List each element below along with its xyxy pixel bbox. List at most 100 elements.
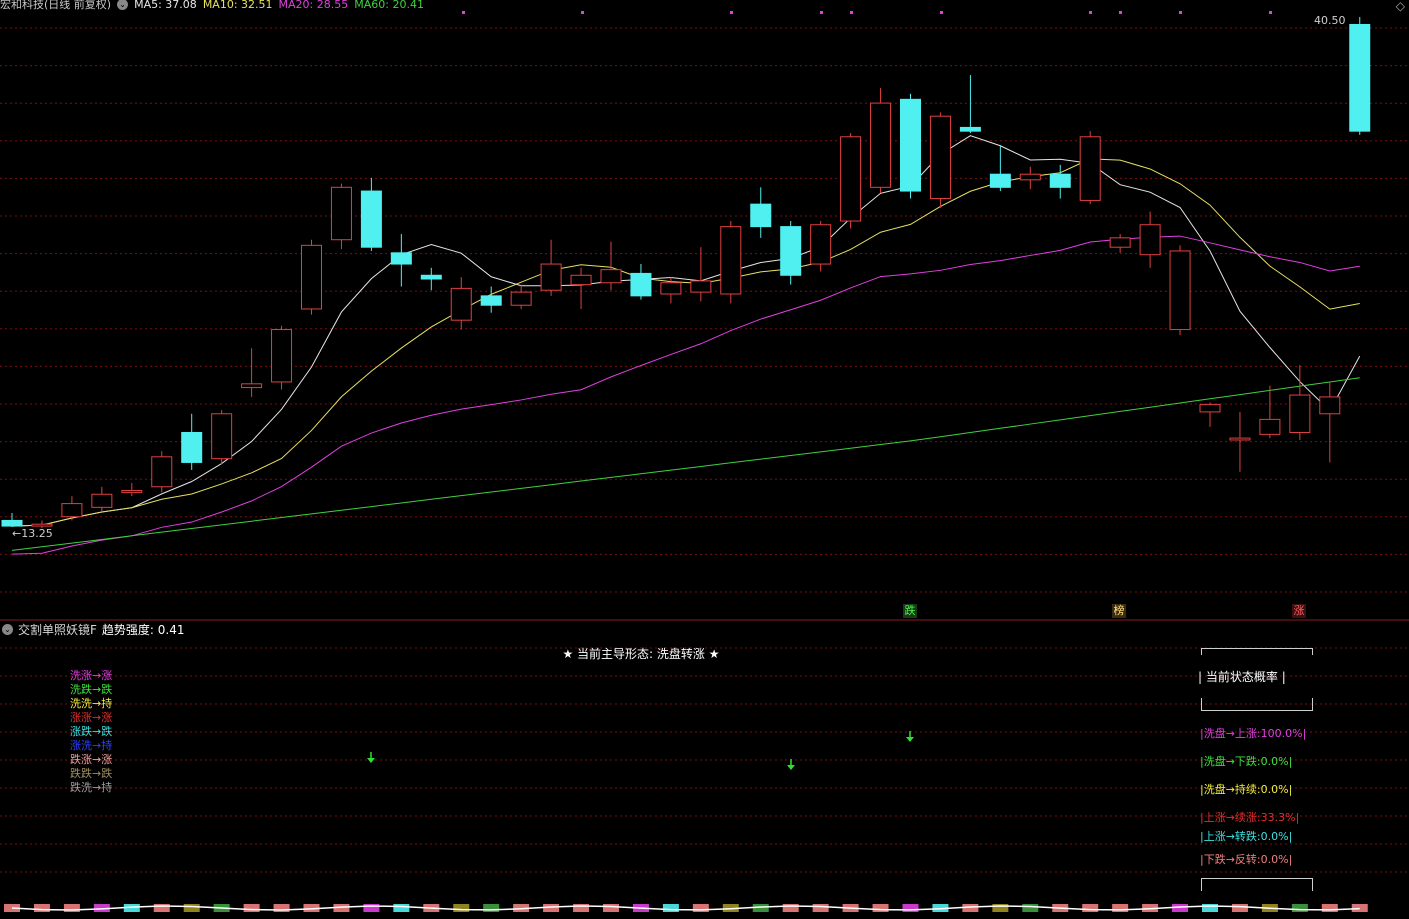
state-bar [63,904,80,912]
top-marker [1119,11,1122,14]
indicator-name[interactable]: 交割单照妖镜F [18,621,97,638]
candle-body [570,274,592,286]
state-bar [243,904,260,912]
candle-body [450,287,472,321]
candle-body [1169,250,1191,331]
top-marker [462,11,465,14]
prob-item: |洗盘→持续:0.0%| [1200,783,1293,796]
legend-item: 跌洗→持 [70,781,113,794]
prob-item-text: 洗盘→上涨:100.0% [1203,727,1303,740]
top-marker [940,11,943,14]
state-bar [183,904,200,912]
candle-body [1019,173,1041,181]
signal-rise: 涨 [1292,604,1306,618]
candle-body [750,203,772,228]
state-bar [1321,904,1338,912]
ma60-value: MA60: 20.41 [354,0,424,11]
prob-item: |洗盘→上涨:100.0%| [1200,727,1307,740]
top-marker [820,11,823,14]
candle-body [1319,396,1341,415]
prob-item-text: 下跌→反转:0.0% [1203,853,1289,866]
candle-body [1259,418,1281,435]
ma5-line [11,135,1361,527]
candle-body [959,126,981,132]
candle-body [630,272,652,297]
low-price-value: 13.25 [21,527,53,540]
top-marker [730,11,733,14]
state-bar [573,904,590,912]
candle-body [1109,237,1131,248]
chevron-down-icon[interactable]: ⌄ [2,624,13,635]
legend-item: 洗洗→持 [70,697,113,710]
main-kline-chart[interactable] [0,0,1409,919]
state-bar [603,904,619,912]
state-bar [453,904,470,912]
state-bar [1202,904,1218,912]
high-price-label: 40.50 [1314,14,1346,27]
state-bar [872,904,889,912]
diamond-icon[interactable]: ◇ [1396,0,1405,13]
candle-body [900,98,921,192]
candle-body [810,224,832,265]
candle-body [1349,23,1371,132]
signal-rise-label: 涨 [1293,604,1305,617]
top-marker [850,11,853,14]
chevron-down-icon[interactable]: ⌄ [117,0,129,10]
indicator-header: ⌄ 交割单照妖镜F 趋势强度: 0.41 [2,621,184,638]
candle-body [1,519,23,527]
candle-body [720,226,742,295]
candle-body [480,295,502,306]
candle-body [510,291,532,306]
signal-fall: 跌 [903,604,917,618]
candle-body [600,269,622,284]
candle-body [390,252,412,265]
candle-body [330,186,352,241]
probability-title-text: 当前状态概率 [1205,670,1278,684]
state-bar [1291,904,1308,912]
state-bar [393,904,410,912]
candle-body [1199,403,1221,413]
legend-item: 洗跌→跌 [70,683,113,696]
candle-body [840,136,862,222]
ma5-value: MA5: 37.08 [134,0,197,11]
dominant-state: ★ 当前主导形态: 洗盘转涨 ★ [562,647,720,661]
state-bar [782,904,799,912]
candle-body [1079,136,1101,201]
legend-item: 涨跌→跌 [70,725,113,738]
prob-item-text: 上涨→转跌:0.0% [1203,830,1289,843]
state-bar [692,904,709,912]
state-bar [33,904,50,912]
probability-title: | 当前状态概率 | [1198,670,1286,684]
down-arrow-icon [787,765,795,770]
prob-item-text: 上涨→续涨:33.3% [1203,811,1296,824]
state-bar [273,904,290,912]
ma20-line [11,235,1360,555]
state-bar [1022,904,1039,912]
signal-rank: 榜 [1112,604,1126,618]
legend-item: 涨洗→持 [70,739,113,752]
stock-title[interactable]: 宏和科技(日线 前复权) [0,0,111,12]
candle-body [31,523,53,527]
state-bar [1082,904,1099,912]
signal-fall-label: 跌 [904,604,916,617]
candle-body [1049,173,1071,188]
candle-body [241,383,263,389]
prob-item-text: 洗盘→持续:0.0% [1203,783,1289,796]
prob-item: |下跌→反转:0.0%| [1200,853,1293,866]
ma10-value: MA10: 32.51 [202,0,273,11]
candle-body [271,329,293,383]
candle-body [929,115,951,200]
candle-body [1139,224,1161,256]
candle-body [301,244,322,310]
candle-body [989,173,1011,188]
state-bar [662,904,679,912]
chart-header: 宏和科技(日线 前复权) ⌄ MA5: 37.08 MA10: 32.51 MA… [0,0,424,11]
state-bar [992,904,1009,912]
candle-body [660,282,682,295]
state-bar [483,904,500,912]
prob-item: |洗盘→下跌:0.0%| [1200,755,1293,768]
top-marker [1179,11,1182,14]
state-bar [1112,904,1129,912]
candle-body [91,493,113,508]
down-arrow-icon [906,737,914,742]
